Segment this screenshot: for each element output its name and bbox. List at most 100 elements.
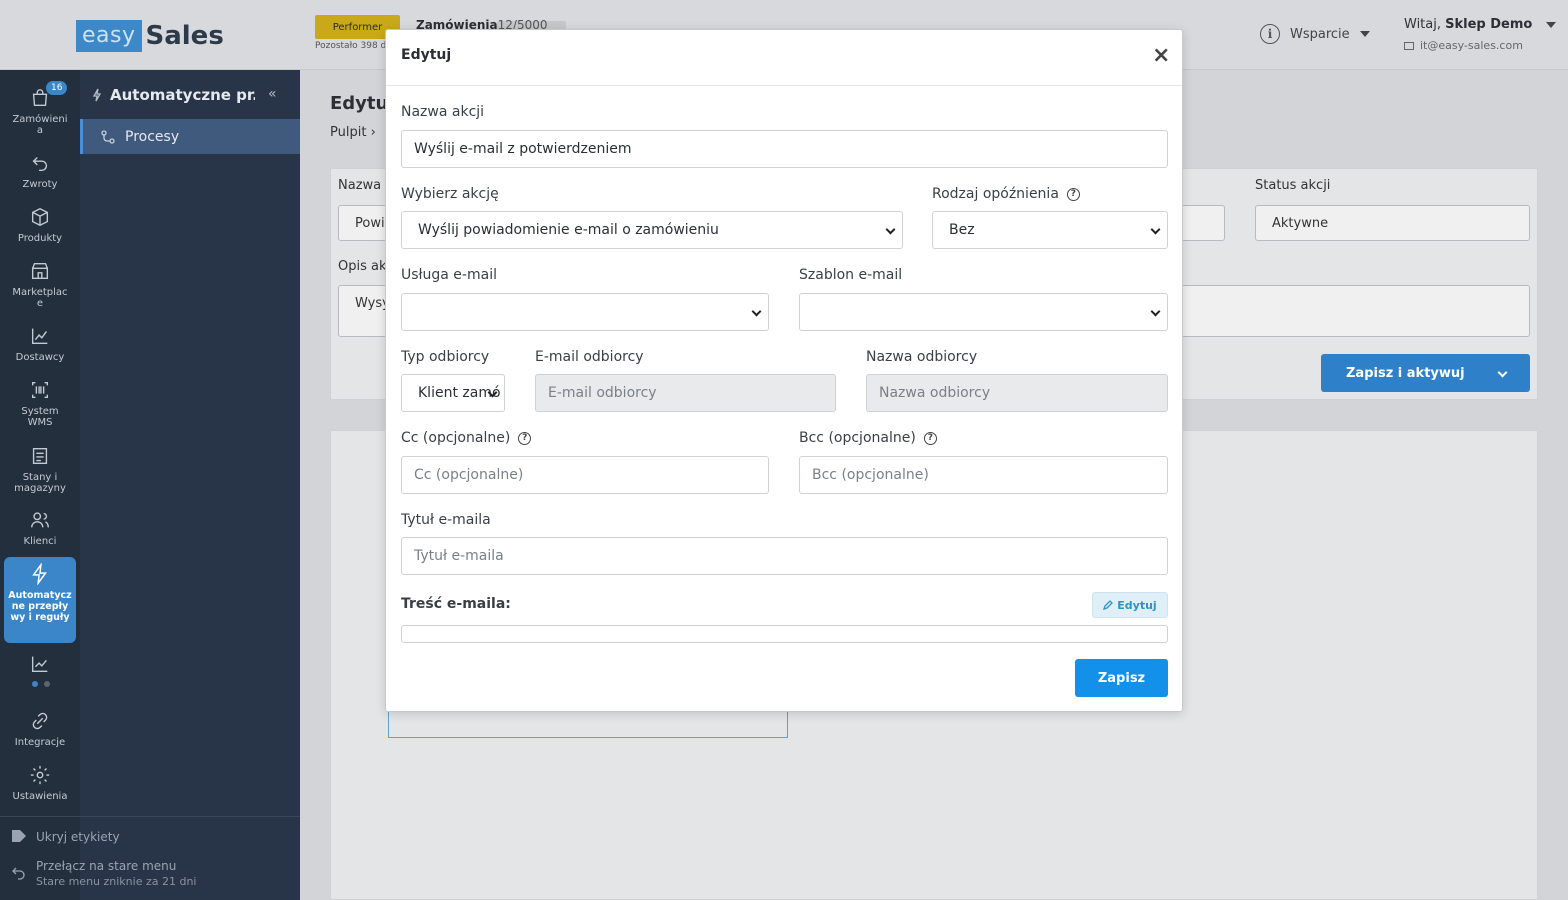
recipient-type-select[interactable]: Klient zamó xyxy=(401,374,505,412)
breadcrumb-root[interactable]: Pulpit xyxy=(330,125,366,140)
recipient-email-input[interactable] xyxy=(535,374,836,412)
close-icon[interactable]: × xyxy=(1152,44,1170,68)
delay-type-label: Rodzaj opóźnienia xyxy=(932,186,1059,202)
sidebar-item-label: Zamówienia xyxy=(12,114,68,136)
cc-input[interactable] xyxy=(401,456,769,494)
sidebar-item-products[interactable]: Produkty xyxy=(4,206,76,244)
sidebar-footer xyxy=(0,816,300,817)
subject-label: Tytuł e-maila xyxy=(401,512,491,528)
sidebar-item-label: Klienci xyxy=(23,536,57,547)
sidebar-item-settings[interactable]: Ustawienia xyxy=(4,764,76,802)
action-name-label: Nazwa akcji xyxy=(401,104,485,120)
sidebar-item-marketplace[interactable]: Marketplace xyxy=(4,260,76,309)
chevron-down-icon xyxy=(1546,22,1557,28)
bg-name-label: Nazwa xyxy=(338,178,382,193)
sidebar-item-orders[interactable]: 16 Zamówienia xyxy=(4,81,76,136)
sidebar-pager[interactable] xyxy=(32,681,50,687)
sidebar-item-returns[interactable]: Zwroty xyxy=(4,152,76,190)
remaining-days: Pozostało 398 d xyxy=(315,41,385,51)
undo-icon xyxy=(12,867,25,880)
sidebar-item-label: System WMS xyxy=(21,406,59,428)
edit-body-label: Edytuj xyxy=(1117,598,1157,612)
sidebar-item-label: Automatyczne przepływy i reguły xyxy=(8,590,72,623)
email-service-select[interactable] xyxy=(401,293,769,331)
sidebar-item-automation[interactable]: Automatyczne przepływy i reguły xyxy=(4,557,76,643)
sidebar-item-label: Integracje xyxy=(14,737,66,748)
email-template-select[interactable] xyxy=(799,293,1168,331)
switch-menu-texts: Przełącz na stare menu Stare menu znikni… xyxy=(36,859,196,889)
chevron-down-icon xyxy=(885,224,896,235)
sidebar-item-suppliers[interactable]: Dostawcy xyxy=(4,325,76,363)
choose-action-label: Wybierz akcję xyxy=(401,186,499,202)
subject-input[interactable] xyxy=(401,537,1168,575)
chevron-down-icon xyxy=(751,306,762,317)
sidebar-item-stock[interactable]: Stany i magazyny xyxy=(4,445,76,494)
sidebar-item-wms[interactable]: System WMS xyxy=(4,379,76,428)
cc-label: Cc (opcjonalne) xyxy=(401,430,511,446)
sidebar-item-clients[interactable]: Klienci xyxy=(4,509,76,547)
delay-type-select[interactable]: Bez xyxy=(932,211,1168,249)
breadcrumb[interactable]: Pulpit › xyxy=(330,125,376,140)
hide-labels-text: Ukryj etykiety xyxy=(36,830,120,844)
recipient-type-label: Typ odbiorcy xyxy=(401,349,490,365)
sub-item-label: Procesy xyxy=(125,128,180,145)
chevron-down-icon xyxy=(1150,306,1161,317)
action-name-input[interactable] xyxy=(401,130,1168,168)
support-label: Wsparcie xyxy=(1290,26,1350,42)
app-logo[interactable]: easy Sales xyxy=(76,20,224,52)
save-activate-button[interactable]: Zapisz i aktywuj xyxy=(1321,354,1530,392)
chevron-down-icon xyxy=(1359,31,1370,37)
bg-select[interactable] xyxy=(1180,205,1225,241)
store-icon xyxy=(31,262,49,280)
sidebar-item-label: Stany i magazyny xyxy=(14,472,66,494)
pager-dot[interactable] xyxy=(44,681,50,687)
delay-type-value: Bez xyxy=(949,222,975,238)
sub-item-processes[interactable]: Procesy xyxy=(80,119,300,154)
sidebar-item-integrations[interactable]: Integracje xyxy=(4,710,76,748)
modal-title: Edytuj xyxy=(401,47,452,63)
support-menu[interactable]: i Wsparcie xyxy=(1260,24,1370,44)
email-service-label: Usługa e-mail xyxy=(401,267,497,283)
user-menu[interactable]: Witaj, Sklep Demo xyxy=(1404,17,1557,32)
pager-dot-active[interactable] xyxy=(32,681,38,687)
recipient-name-input[interactable] xyxy=(866,374,1168,412)
bg-status-select[interactable]: Aktywne xyxy=(1255,205,1530,241)
help-icon[interactable]: ? xyxy=(923,431,937,445)
recipient-email-label: E-mail odbiorcy xyxy=(535,349,644,365)
help-icon[interactable]: ? xyxy=(518,431,532,445)
cc-label-row: Cc (opcjonalne)? xyxy=(401,430,532,446)
sidebar-item-analytics[interactable] xyxy=(4,653,76,680)
list-icon xyxy=(32,447,48,465)
delay-type-label-row: Rodzaj opóźnienia? xyxy=(932,186,1080,202)
logo-sales: Sales xyxy=(145,21,224,51)
bg-status-label: Status akcji xyxy=(1255,178,1331,193)
choose-action-select[interactable]: Wyślij powiadomienie e-mail o zamówieniu xyxy=(401,211,903,249)
bg-desc-label: Opis ak xyxy=(338,259,387,274)
sidebar-item-label: Marketplace xyxy=(12,287,68,309)
bcc-label-row: Bcc (opcjonalne)? xyxy=(799,430,937,446)
users-icon xyxy=(31,512,49,528)
save-button[interactable]: Zapisz xyxy=(1075,659,1168,697)
save-activate-label: Zapisz i aktywuj xyxy=(1346,365,1465,381)
info-icon: i xyxy=(1260,24,1280,44)
gear-icon xyxy=(30,765,50,785)
email-template-label: Szablon e-mail xyxy=(799,267,903,283)
collapse-panel-icon[interactable]: « xyxy=(268,86,277,102)
pencil-icon xyxy=(1103,600,1114,610)
tag-icon xyxy=(12,830,26,842)
sidebar-item-label: Produkty xyxy=(17,233,63,244)
chevron-down-icon xyxy=(1150,224,1161,235)
edit-body-button[interactable]: Edytuj xyxy=(1092,592,1168,618)
barcode-icon xyxy=(31,381,49,399)
edit-action-modal: Edytuj × Nazwa akcji Wybierz akcję Wyśli… xyxy=(385,29,1183,712)
switch-old-menu[interactable]: Przełącz na stare menu Stare menu znikni… xyxy=(12,859,196,889)
sidebar-item-label: Ustawienia xyxy=(12,791,68,802)
help-icon[interactable]: ? xyxy=(1066,187,1080,201)
hide-labels-toggle[interactable]: Ukryj etykiety xyxy=(12,830,120,845)
link-icon xyxy=(32,712,48,730)
envelope-icon xyxy=(1404,41,1414,50)
switch-menu-note: Stare menu zniknie za 21 dni xyxy=(36,875,197,888)
email-body-editor[interactable] xyxy=(401,625,1168,643)
logo-easy: easy xyxy=(76,20,142,52)
bcc-input[interactable] xyxy=(799,456,1168,494)
